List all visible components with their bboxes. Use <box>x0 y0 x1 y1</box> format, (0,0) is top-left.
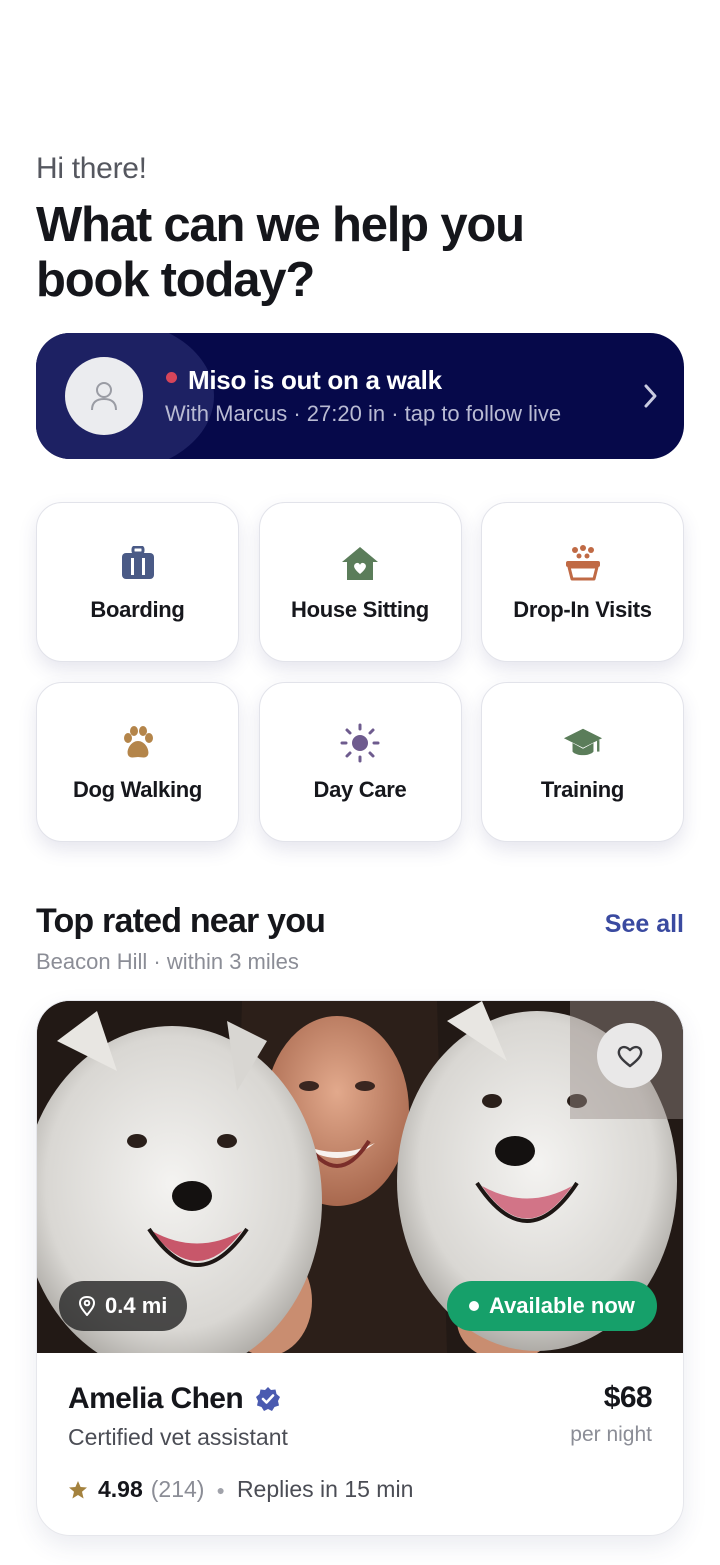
service-label: Boarding <box>90 597 185 622</box>
service-grid: Boarding House Sitting Drop-In Visits Do… <box>36 502 684 842</box>
reply-time: Replies in 15 min <box>236 1476 414 1502</box>
suitcase-icon <box>121 546 154 579</box>
service-training[interactable]: Training <box>481 682 684 842</box>
sitter-name: Amelia Chen <box>68 1382 244 1415</box>
user-icon <box>91 382 117 411</box>
section-title: Top rated near you <box>36 902 326 940</box>
favorite-button[interactable] <box>597 1023 662 1088</box>
walk-status-title: Miso is out on a walk <box>188 365 442 395</box>
price-unit: per night <box>570 1423 652 1446</box>
service-label: Dog Walking <box>72 777 203 802</box>
distance-badge: 0.4 mi <box>59 1281 188 1331</box>
distance-text: 0.4 mi <box>105 1293 168 1318</box>
service-drop-in-visits[interactable]: Drop-In Visits <box>481 502 684 662</box>
star-icon <box>69 1480 87 1498</box>
service-dog-walking[interactable]: Dog Walking <box>36 682 239 842</box>
graduation-cap-icon <box>563 728 602 756</box>
chevron-right-icon <box>644 384 657 408</box>
price: $68 <box>603 1381 653 1414</box>
verified-badge-icon <box>256 1387 281 1411</box>
availability-dot <box>469 1301 479 1311</box>
section-subtitle: Beacon Hill · within 3 miles <box>36 949 299 974</box>
paw-icon <box>123 726 153 758</box>
avatar <box>65 357 143 435</box>
service-day-care[interactable]: Day Care <box>258 682 462 842</box>
availability-badge: Available now <box>447 1281 657 1331</box>
page-title: What can we help you book today? <box>36 198 525 307</box>
service-label: House Sitting <box>291 597 429 622</box>
availability-text: Available now <box>489 1293 635 1318</box>
service-boarding[interactable]: Boarding <box>36 502 239 662</box>
sun-icon <box>340 723 380 763</box>
live-indicator-dot <box>166 372 177 383</box>
separator-dot: ● <box>216 1481 225 1498</box>
sitter-photo: 0.4 mi Available now <box>37 1001 683 1353</box>
live-walk-banner[interactable]: Miso is out on a walk With Marcus · 27:2… <box>36 333 684 459</box>
rating-value: 4.98 <box>98 1476 143 1502</box>
greeting: Hi there! <box>36 152 147 185</box>
service-house-sitting[interactable]: House Sitting <box>258 502 462 662</box>
food-bowl-icon <box>565 545 600 581</box>
service-label: Day Care <box>313 777 407 802</box>
house-heart-icon <box>342 547 378 580</box>
see-all-link[interactable]: See all <box>605 910 684 939</box>
rating-row: 4.98 (214) ● Replies in 15 min <box>68 1476 413 1503</box>
service-label: Drop-In Visits <box>513 597 652 622</box>
walk-status-subtitle: With Marcus · 27:20 in · tap to follow l… <box>165 401 562 426</box>
location-pin-icon <box>79 1296 95 1316</box>
review-count: (214) <box>150 1476 205 1502</box>
sitter-role: Certified vet assistant <box>68 1424 288 1450</box>
heart-icon <box>617 1045 642 1067</box>
sitter-card[interactable]: 0.4 mi Available now Amelia Chen Certifi… <box>36 1000 684 1536</box>
sitter-name-row: Amelia Chen <box>68 1382 281 1416</box>
service-label: Training <box>540 777 625 802</box>
